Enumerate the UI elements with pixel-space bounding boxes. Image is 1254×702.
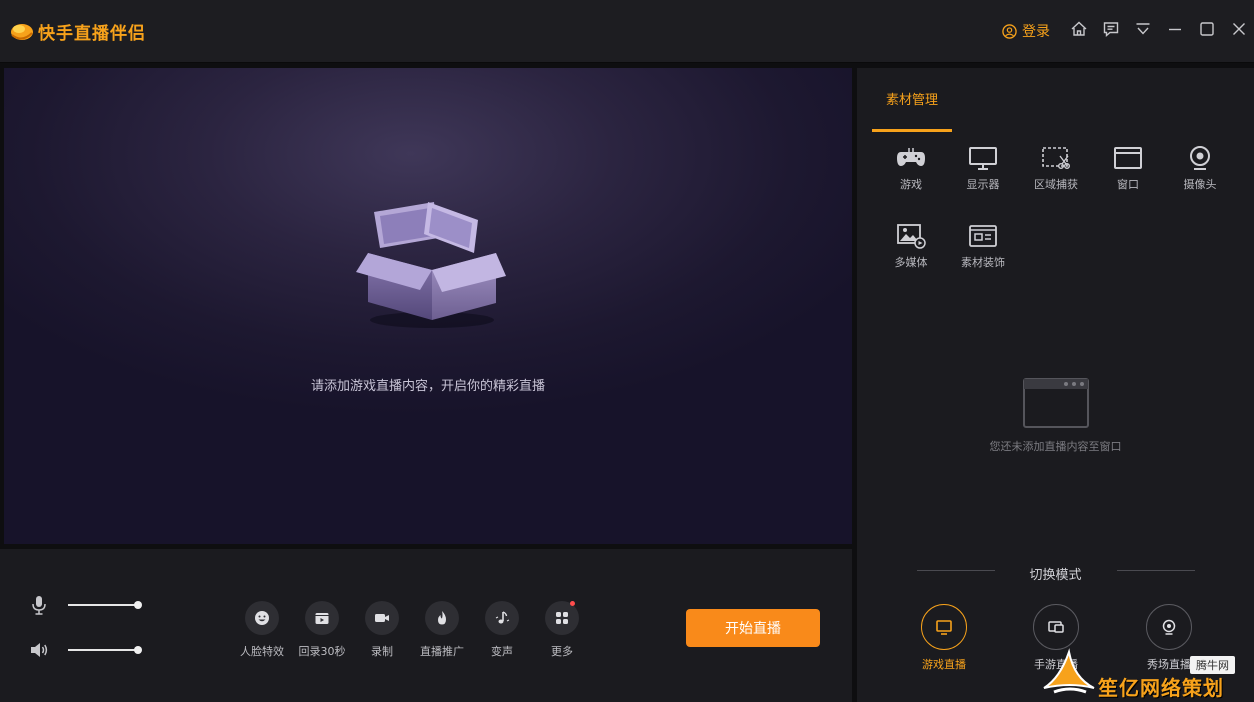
empty-hint: 您还未添加直播内容至窗口 bbox=[989, 440, 1122, 453]
source-label: 摄像头 bbox=[1183, 178, 1217, 191]
window-icon bbox=[1114, 147, 1142, 169]
login-label: 登录 bbox=[1022, 24, 1050, 40]
replay-30s-button[interactable]: 回录30秒 bbox=[292, 601, 352, 659]
empty-window-icon bbox=[1023, 378, 1089, 428]
maximize-icon[interactable] bbox=[1198, 20, 1216, 38]
source-label: 多媒体 bbox=[894, 256, 928, 269]
tool-label: 录制 bbox=[371, 645, 393, 658]
tool-label: 回录30秒 bbox=[298, 645, 346, 658]
source-media[interactable]: 多媒体 bbox=[875, 222, 947, 270]
login-button[interactable]: 登录 bbox=[1002, 21, 1050, 41]
source-window[interactable]: 窗口 bbox=[1092, 144, 1164, 192]
more-button[interactable]: 更多 bbox=[532, 601, 592, 659]
mode-label: 游戏直播 bbox=[922, 658, 966, 671]
voice-change-button[interactable]: 变声 bbox=[472, 601, 532, 659]
source-label: 窗口 bbox=[1117, 178, 1139, 191]
minimize-icon[interactable] bbox=[1166, 20, 1184, 38]
tab-material-management[interactable]: 素材管理 bbox=[872, 68, 952, 132]
source-label: 游戏 bbox=[900, 178, 922, 191]
mode-label: 秀场直播 bbox=[1147, 658, 1191, 671]
app-logo-icon bbox=[11, 24, 33, 40]
face-effect-button[interactable]: 人脸特效 bbox=[232, 601, 292, 659]
speaker-volume-slider[interactable] bbox=[68, 646, 142, 654]
voice-change-icon bbox=[495, 611, 510, 624]
mode-title: 切换模式 bbox=[1029, 568, 1082, 583]
replay-icon bbox=[315, 613, 329, 624]
tool-label: 变声 bbox=[491, 645, 513, 658]
record-icon bbox=[375, 614, 389, 622]
record-button[interactable]: 录制 bbox=[352, 601, 412, 659]
home-icon[interactable] bbox=[1070, 20, 1088, 38]
divider-right bbox=[1117, 570, 1195, 571]
app-title: 快手直播伴侣 bbox=[38, 24, 146, 44]
source-decoration[interactable]: 素材装饰 bbox=[947, 222, 1019, 270]
camera-icon bbox=[1162, 619, 1176, 635]
source-label: 素材装饰 bbox=[961, 256, 1005, 269]
user-icon bbox=[1002, 23, 1017, 39]
speaker-volume-knob[interactable] bbox=[134, 646, 142, 654]
empty-box-icon bbox=[356, 202, 506, 328]
tool-label: 人脸特效 bbox=[240, 645, 284, 658]
screen-mirror-icon bbox=[1048, 621, 1064, 633]
mode-game-live[interactable]: 游戏直播 bbox=[899, 604, 989, 672]
source-label: 区域捕获 bbox=[1034, 178, 1078, 191]
speaker-volume-row bbox=[28, 639, 142, 661]
source-panel: 素材管理 游戏 显示器 区域捕获 窗口 摄像头 多媒体 素材装饰 您还未添加直播… bbox=[857, 68, 1254, 702]
title-bar: 快手直播伴侣 登录 bbox=[0, 0, 1254, 63]
start-live-button[interactable]: 开始直播 bbox=[686, 609, 820, 647]
source-camera[interactable]: 摄像头 bbox=[1164, 144, 1236, 192]
tool-label: 直播推广 bbox=[420, 645, 464, 658]
tab-underline bbox=[872, 129, 952, 132]
tool-buttons: 人脸特效 回录30秒 录制 直播推广 变声 更多 bbox=[232, 601, 592, 659]
microphone-icon[interactable] bbox=[28, 594, 50, 616]
monitor-icon bbox=[936, 620, 952, 635]
camera-icon bbox=[1190, 146, 1210, 170]
face-effect-icon bbox=[255, 611, 269, 625]
control-bar: 人脸特效 回录30秒 录制 直播推广 变声 更多 开始直播 bbox=[0, 549, 852, 702]
mic-volume-row bbox=[28, 594, 142, 616]
gamepad-icon bbox=[897, 148, 925, 166]
more-grid-icon bbox=[556, 612, 568, 624]
speaker-icon[interactable] bbox=[28, 639, 50, 661]
decoration-icon bbox=[969, 225, 997, 247]
notification-dot bbox=[570, 601, 575, 606]
mic-volume-slider[interactable] bbox=[68, 601, 142, 609]
monitor-icon bbox=[969, 147, 997, 170]
source-region-capture[interactable]: 区域捕获 bbox=[1020, 144, 1092, 192]
watermark-text: 笙亿网络策划 bbox=[1098, 676, 1224, 700]
region-capture-icon bbox=[1042, 147, 1071, 170]
source-game[interactable]: 游戏 bbox=[875, 144, 947, 192]
menu-icon[interactable] bbox=[1134, 20, 1152, 38]
source-label: 显示器 bbox=[966, 178, 1000, 191]
watermark-logo-icon bbox=[1043, 648, 1095, 694]
live-promotion-button[interactable]: 直播推广 bbox=[412, 601, 472, 659]
preview-canvas[interactable]: 请添加游戏直播内容，开启你的精彩直播 bbox=[4, 68, 852, 544]
close-icon[interactable] bbox=[1230, 20, 1248, 38]
feedback-icon[interactable] bbox=[1102, 20, 1120, 38]
flame-icon bbox=[438, 611, 446, 625]
tool-label: 更多 bbox=[551, 645, 573, 658]
source-monitor[interactable]: 显示器 bbox=[947, 144, 1019, 192]
mic-volume-knob[interactable] bbox=[134, 601, 142, 609]
media-icon bbox=[897, 224, 926, 249]
preview-hint: 请添加游戏直播内容，开启你的精彩直播 bbox=[310, 379, 545, 394]
